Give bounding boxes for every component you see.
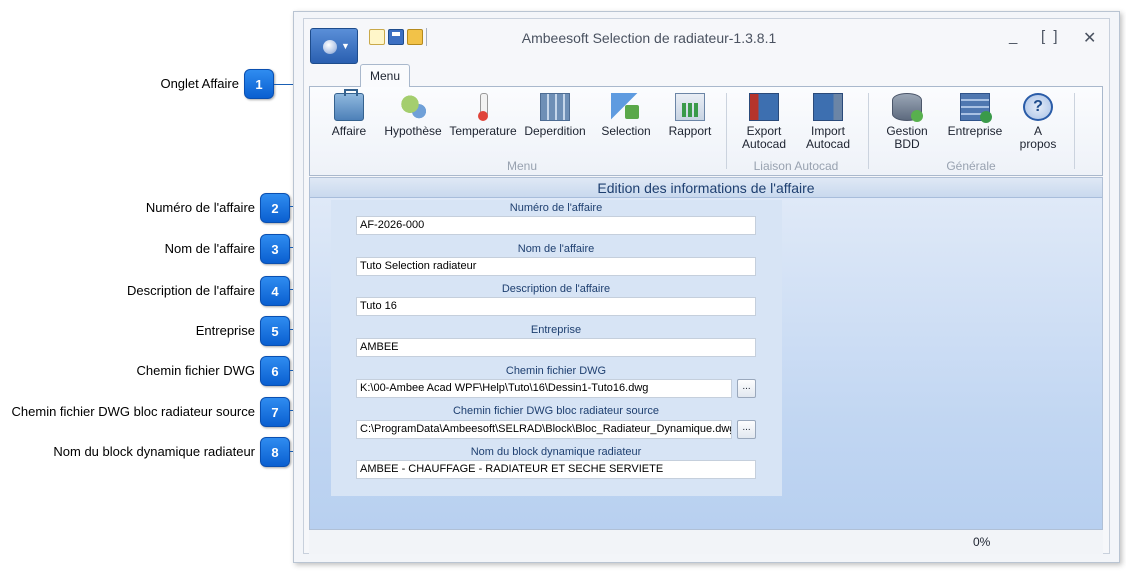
entreprise-label: Entreprise — [530, 324, 582, 336]
ribbon: Affaire Hypothèse Temperature Deperditio… — [309, 86, 1103, 176]
affaire-button[interactable]: Affaire — [324, 89, 374, 138]
chemin-bloc-input[interactable]: C:\ProgramData\Ambeesoft\SELRAD\Block\Bl… — [356, 420, 732, 439]
annotation-label-5: Entreprise — [195, 323, 255, 338]
gears-icon — [398, 93, 428, 121]
annotation-badge-3: 3 — [260, 234, 290, 264]
export-autocad-label-2: Autocad — [741, 137, 787, 151]
report-icon — [675, 93, 705, 121]
minimize-button[interactable]: _ — [1009, 28, 1017, 45]
group-separator — [1074, 93, 1075, 169]
description-label: Description de l'affaire — [501, 283, 611, 295]
window-client-area: ▼ Ambeesoft Selection de radiateur-1.3.8… — [303, 18, 1110, 554]
progress-text: 0% — [973, 535, 991, 549]
annotation-badge-5: 5 — [260, 316, 290, 346]
chemin-dwg-label: Chemin fichier DWG — [505, 365, 607, 377]
nom-label: Nom de l'affaire — [517, 243, 595, 255]
deperdition-button[interactable]: Deperdition — [520, 93, 590, 138]
import-autocad-label-2: Autocad — [805, 137, 851, 151]
entreprise-button[interactable]: Entreprise — [942, 93, 1008, 138]
group-separator — [868, 93, 869, 169]
chevron-down-icon: ▼ — [341, 41, 350, 51]
new-file-icon[interactable] — [369, 29, 385, 45]
toolbar-separator — [426, 28, 427, 46]
gestion-bdd-label-2: BDD — [894, 137, 920, 151]
selection-button-label: Selection — [601, 124, 651, 138]
selection-button[interactable]: Selection — [596, 93, 656, 138]
browse-dwg-button[interactable]: ... — [737, 379, 756, 398]
entreprise-input[interactable]: AMBEE — [356, 338, 756, 357]
autocad-export-icon — [749, 93, 779, 121]
group-label-generale: Générale — [946, 159, 996, 173]
cursor-icon — [611, 93, 641, 121]
a-propos-button[interactable]: ? A propos — [1010, 93, 1066, 151]
rapport-button-label: Rapport — [668, 124, 712, 138]
annotation-label-8: Nom du block dynamique radiateur — [53, 444, 255, 459]
description-input[interactable]: Tuto 16 — [356, 297, 756, 316]
application-menu-button[interactable]: ▼ — [310, 28, 358, 64]
nom-block-label: Nom du block dynamique radiateur — [470, 446, 642, 458]
annotation-badge-4: 4 — [260, 276, 290, 306]
annotation-badge-1: 1 — [244, 69, 274, 99]
annotation-label-3: Nom de l'affaire — [164, 241, 255, 256]
rapport-button[interactable]: Rapport — [660, 93, 720, 138]
briefcase-icon — [334, 89, 364, 121]
annotation-label-2: Numéro de l'affaire — [145, 200, 255, 215]
building-icon — [540, 93, 570, 121]
affaire-editor-panel: Edition des informations de l'affaire Nu… — [309, 177, 1103, 530]
affaire-button-label: Affaire — [331, 124, 367, 138]
chemin-dwg-input[interactable]: K:\00-Ambee Acad WPF\Help\Tuto\16\Dessin… — [356, 379, 732, 398]
help-icon: ? — [1023, 93, 1053, 121]
open-folder-icon[interactable] — [407, 29, 423, 45]
app-orb-icon — [323, 40, 337, 54]
company-icon — [960, 93, 992, 123]
chemin-bloc-label: Chemin fichier DWG bloc radiateur source — [452, 405, 660, 417]
entreprise-button-label: Entreprise — [947, 124, 1003, 138]
thermometer-icon — [468, 93, 498, 121]
annotation-badge-2: 2 — [260, 193, 290, 223]
hypothese-button-label: Hypothèse — [384, 124, 442, 138]
temperature-button[interactable]: Temperature — [446, 93, 520, 138]
annotation-badge-8: 8 — [260, 437, 290, 467]
application-window: ▼ Ambeesoft Selection de radiateur-1.3.8… — [293, 11, 1120, 563]
save-icon[interactable] — [388, 29, 404, 45]
hypothese-button[interactable]: Hypothèse — [380, 93, 446, 138]
numero-input[interactable]: AF-2026-000 — [356, 216, 756, 235]
a-propos-label-2: propos — [1019, 137, 1057, 151]
gestion-bdd-button[interactable]: Gestion BDD — [876, 93, 938, 151]
group-label-menu: Menu — [506, 159, 538, 173]
database-icon — [892, 93, 923, 122]
annotation-badge-7: 7 — [260, 397, 290, 427]
group-label-liaison-autocad: Liaison Autocad — [753, 159, 839, 173]
autocad-import-icon — [813, 93, 843, 121]
group-separator — [726, 93, 727, 169]
maximize-button[interactable]: [ ] — [1041, 28, 1060, 45]
annotation-label-7: Chemin fichier DWG bloc radiateur source — [11, 404, 255, 419]
nom-block-input[interactable]: AMBEE - CHAUFFAGE - RADIATEUR ET SECHE S… — [356, 460, 756, 479]
annotation-label-6: Chemin fichier DWG — [136, 363, 255, 378]
deperdition-button-label: Deperdition — [524, 124, 586, 138]
annotation-label-1: Onglet Affaire — [160, 76, 239, 91]
tab-menu[interactable]: Menu — [360, 64, 410, 87]
browse-bloc-button[interactable]: ... — [737, 420, 756, 439]
screenshot-stage: Onglet Affaire 1 Numéro de l'affaire 2 N… — [0, 0, 1126, 571]
temperature-button-label: Temperature — [449, 124, 517, 138]
nom-input[interactable]: Tuto Selection radiateur — [356, 257, 756, 276]
export-autocad-button[interactable]: Export Autocad — [734, 93, 794, 151]
close-button[interactable]: ✕ — [1083, 28, 1096, 48]
affaire-form: Numéro de l'affaire AF-2026-000 Nom de l… — [331, 200, 782, 496]
numero-label: Numéro de l'affaire — [509, 202, 603, 214]
status-bar: 0% — [309, 530, 1103, 554]
annotation-label-4: Description de l'affaire — [127, 283, 255, 298]
annotation-badge-6: 6 — [260, 356, 290, 386]
section-title: Edition des informations de l'affaire — [310, 178, 1102, 198]
window-title: Ambeesoft Selection de radiateur-1.3.8.1 — [521, 30, 777, 46]
import-autocad-button[interactable]: Import Autocad — [798, 93, 858, 151]
